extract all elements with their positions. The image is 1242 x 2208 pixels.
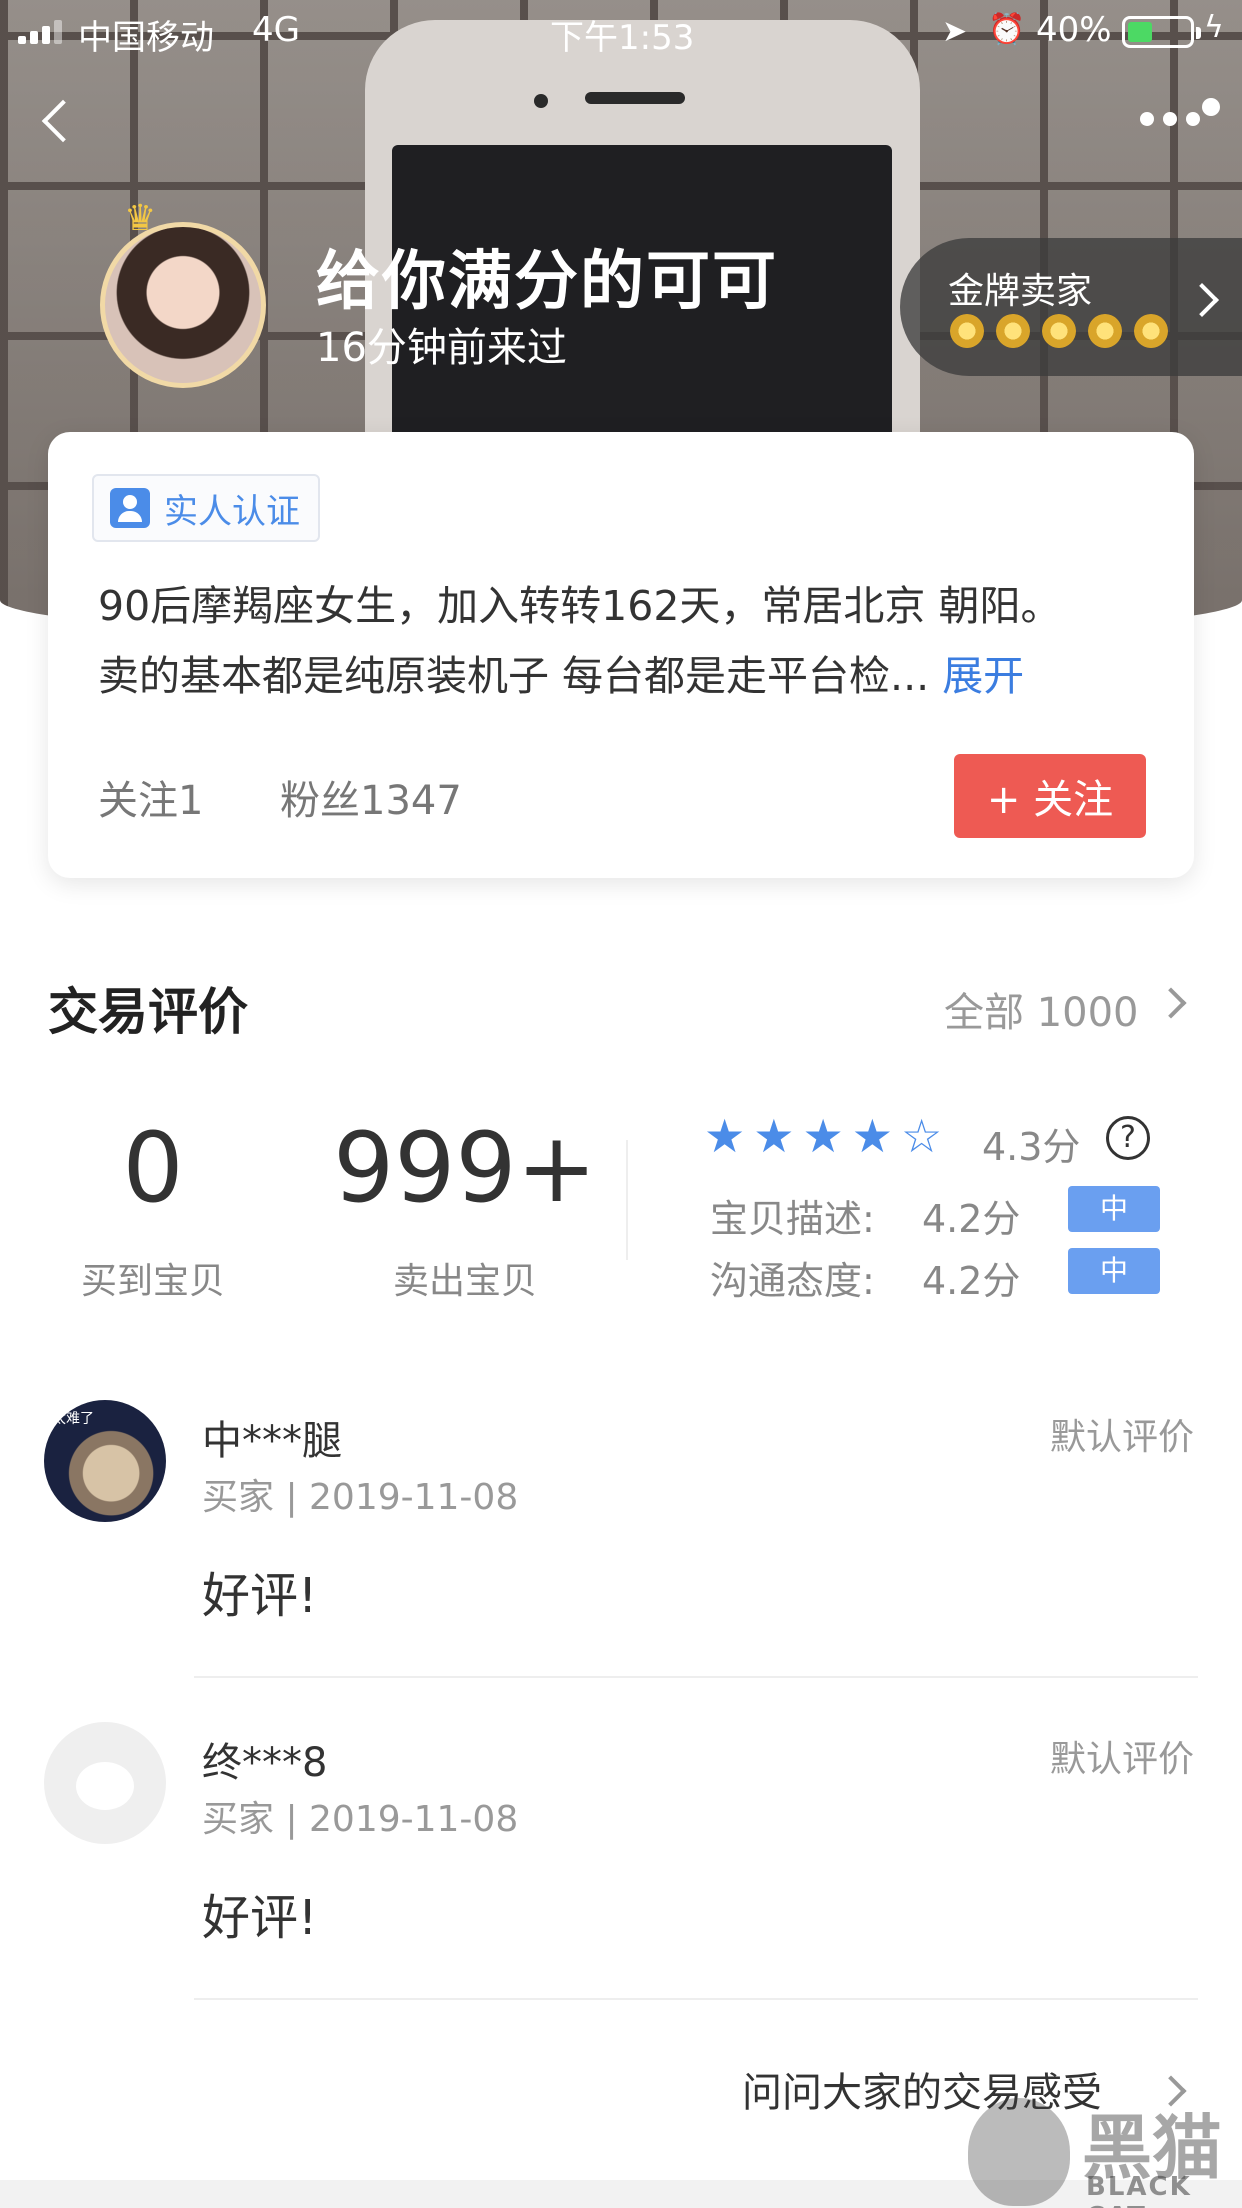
battery-icon	[1122, 16, 1201, 48]
review-divider	[194, 1676, 1198, 1678]
alarm-icon: ⏰	[988, 12, 1026, 47]
expand-bio-link[interactable]: 展开	[942, 652, 1024, 700]
sold-count: 999+	[333, 1112, 597, 1224]
reviewer-name: 终***8	[202, 1740, 328, 1786]
seller-avatar[interactable]	[100, 222, 266, 388]
gold-medal-icon	[950, 314, 984, 348]
last-visit-text: 16分钟前来过	[316, 325, 567, 371]
star-empty-icon: ☆	[901, 1109, 943, 1163]
gold-medal-icons	[950, 314, 1168, 348]
gold-medal-icon	[1042, 314, 1076, 348]
chevron-right-icon[interactable]	[1155, 987, 1187, 1019]
overall-rating-score: 4.3分	[982, 1125, 1081, 1169]
watermark-subtext: BLACK CAT	[1086, 2172, 1192, 2208]
description-rating-label: 宝贝描述:	[710, 1197, 875, 1241]
rating-stars: ★ ★ ★ ★ ☆	[704, 1110, 942, 1162]
seller-name: 给你满分的可可	[316, 245, 778, 319]
bio-text-line2: 卖的基本都是纯原装机子 每台都是走平台检... 展开	[98, 642, 1024, 702]
location-icon: ➤	[942, 14, 968, 49]
charging-icon: ϟ	[1204, 10, 1224, 45]
bought-label: 买到宝贝	[80, 1261, 225, 1302]
star-filled-icon: ★	[704, 1109, 746, 1163]
review-type: 默认评价	[1050, 1739, 1195, 1780]
following-count[interactable]: 关注1	[98, 768, 203, 826]
description-level-badge: 中	[1068, 1186, 1160, 1232]
review-meta: 买家 | 2019-11-08	[202, 1477, 519, 1518]
verified-label: 实人认证	[164, 491, 300, 532]
communication-rating-score: 4.2分	[922, 1259, 1021, 1303]
background-phone-speaker	[585, 92, 685, 104]
profile-info-card: 实人认证 90后摩羯座女生，加入转转162天，常居北京 朝阳。 卖的基本都是纯原…	[48, 432, 1194, 878]
background-phone-camera	[534, 94, 548, 108]
more-icon[interactable]	[1140, 112, 1200, 126]
real-name-verified-tag: 实人认证	[92, 474, 320, 542]
review-type: 默认评价	[1050, 1417, 1195, 1458]
carrier-name: 中国移动	[78, 18, 214, 58]
reviews-section-title: 交易评价	[48, 983, 248, 1041]
review-text: 好评!	[202, 1568, 318, 1624]
description-rating-row: 宝贝描述: 4.2分 中	[710, 1186, 1160, 1243]
help-icon[interactable]: ?	[1106, 1116, 1150, 1160]
crown-icon: ♛	[124, 198, 157, 239]
review-meta: 买家 | 2019-11-08	[202, 1799, 519, 1840]
fans-count[interactable]: 粉丝1347	[280, 768, 462, 826]
network-type: 4G	[252, 10, 300, 50]
signal-icon	[18, 20, 62, 44]
communication-rating-label: 沟通态度:	[710, 1259, 875, 1303]
black-cat-logo-icon	[968, 2098, 1070, 2206]
communication-level-badge: 中	[1068, 1248, 1160, 1294]
status-bar: 中国移动 4G 下午1:53 ➤ ⏰ 40% ϟ	[0, 0, 1242, 62]
review-divider	[194, 1998, 1198, 2000]
bio-text-line2-content: 卖的基本都是纯原装机子 每台都是走平台检...	[98, 652, 930, 700]
battery-percent: 40%	[1036, 10, 1112, 50]
notification-dot	[1202, 98, 1220, 116]
reviewer-name: 中***腿	[202, 1418, 342, 1464]
review-text: 好评!	[202, 1890, 318, 1946]
stats-divider	[626, 1140, 628, 1260]
follow-button[interactable]: + 关注	[954, 754, 1146, 838]
gold-medal-icon	[996, 314, 1030, 348]
avatar-text: 太难了	[52, 1411, 94, 1427]
sold-label: 卖出宝贝	[392, 1261, 537, 1302]
bio-text-line1: 90后摩羯座女生，加入转转162天，常居北京 朝阳。	[98, 582, 1062, 630]
reviewer-avatar[interactable]: 太难了	[44, 1400, 166, 1522]
star-filled-icon: ★	[753, 1109, 795, 1163]
gold-medal-icon	[1088, 314, 1122, 348]
gold-medal-icon	[1134, 314, 1168, 348]
status-time: 下午1:53	[550, 18, 695, 58]
reviewer-avatar[interactable]	[44, 1722, 166, 1844]
person-id-icon	[110, 488, 150, 528]
bought-count: 0	[122, 1112, 184, 1224]
gold-seller-badge[interactable]: 金牌卖家	[900, 238, 1242, 376]
all-reviews-link[interactable]: 全部 1000	[944, 980, 1139, 1038]
gold-seller-title: 金牌卖家	[948, 271, 1093, 312]
star-filled-icon: ★	[802, 1109, 844, 1163]
star-filled-icon: ★	[851, 1109, 893, 1163]
description-rating-score: 4.2分	[922, 1197, 1021, 1241]
communication-rating-row: 沟通态度: 4.2分 中	[710, 1248, 1160, 1305]
chevron-right-icon	[1185, 283, 1219, 317]
